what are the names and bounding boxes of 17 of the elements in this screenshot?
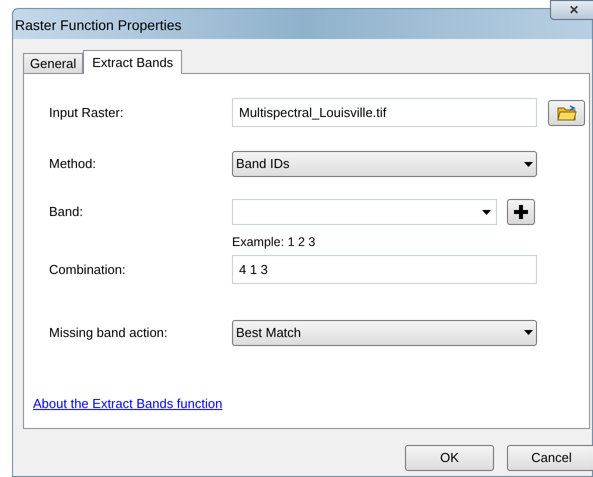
window-title: Raster Function Properties xyxy=(15,16,182,35)
field-label: Method: xyxy=(49,155,97,174)
close-button[interactable]: ✕ xyxy=(550,0,593,20)
tab[interactable]: Extract Bands xyxy=(83,50,182,74)
help-link[interactable]: About the Extract Bands function xyxy=(33,394,222,414)
text-field[interactable]: Multispectral_Louisville.tif xyxy=(232,98,537,127)
dropdown[interactable]: Best Match xyxy=(232,320,537,346)
field-label: Missing band action: xyxy=(49,324,169,342)
dialog-button[interactable]: Cancel xyxy=(507,445,593,471)
dropdown[interactable]: Band IDs xyxy=(232,151,537,177)
hint-text: Example: 1 2 3 xyxy=(232,234,316,251)
text-field[interactable]: 4 1 3 xyxy=(232,254,537,284)
field-label: Input Raster: xyxy=(49,104,124,122)
field-label: Band: xyxy=(49,203,84,222)
tab[interactable]: General xyxy=(23,53,84,73)
dialog-button[interactable]: OK xyxy=(405,445,494,471)
field-label: Combination: xyxy=(49,260,127,278)
